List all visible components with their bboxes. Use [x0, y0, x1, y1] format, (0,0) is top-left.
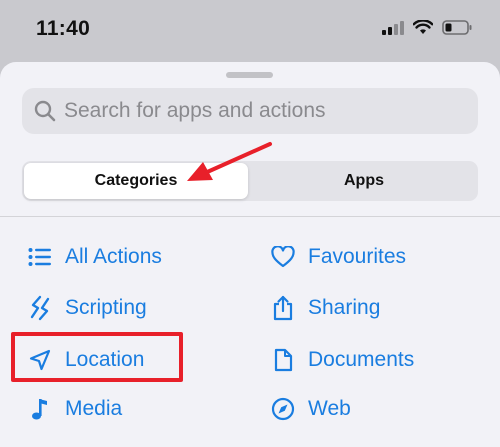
- action-scripting[interactable]: Scripting: [27, 290, 147, 326]
- annotation-highlight-box: [11, 332, 183, 382]
- status-icons: [382, 20, 472, 35]
- music-note-icon: [27, 396, 53, 422]
- search-bar[interactable]: [22, 88, 478, 134]
- actions-sheet: Categories Apps All Actions Scripting: [0, 62, 500, 447]
- share-icon: [270, 295, 296, 321]
- annotation-arrow: [187, 142, 272, 181]
- tab-apps[interactable]: Apps: [252, 163, 476, 199]
- action-label: Scripting: [65, 296, 147, 319]
- action-label: Favourites: [308, 245, 407, 268]
- action-sharing[interactable]: Sharing: [270, 290, 380, 326]
- search-input[interactable]: [64, 99, 464, 123]
- action-label: Media: [65, 397, 123, 420]
- divider: [0, 216, 500, 217]
- sheet-grabber[interactable]: [226, 72, 273, 78]
- search-icon: [34, 100, 56, 122]
- wifi-icon: [413, 20, 433, 34]
- action-all-actions[interactable]: All Actions: [27, 239, 162, 275]
- document-icon: [270, 347, 296, 373]
- action-favourites[interactable]: Favourites: [270, 239, 406, 275]
- battery-icon: [442, 20, 472, 35]
- action-label: Documents: [308, 348, 415, 371]
- action-documents[interactable]: Documents: [270, 342, 414, 378]
- heart-icon: [270, 244, 296, 270]
- compass-icon: [270, 396, 296, 422]
- scripting-icon: [27, 295, 53, 321]
- cellular-signal-icon: [382, 20, 404, 35]
- action-label: Web: [308, 397, 351, 420]
- status-bar: 11:40: [0, 0, 500, 60]
- status-time: 11:40: [36, 17, 91, 40]
- list-icon: [27, 244, 53, 270]
- action-label: Sharing: [308, 296, 381, 319]
- action-media[interactable]: Media: [27, 391, 122, 427]
- action-label: All Actions: [65, 245, 162, 268]
- action-web[interactable]: Web: [270, 391, 351, 427]
